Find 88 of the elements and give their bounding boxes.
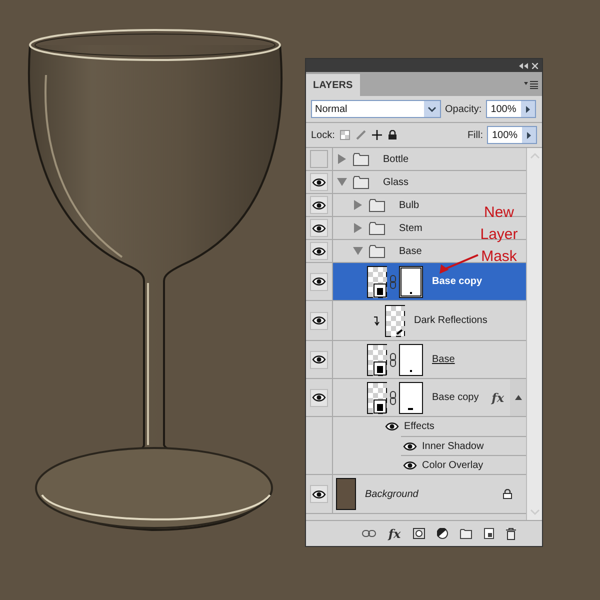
- link-icon[interactable]: [362, 530, 376, 537]
- layer-row[interactable]: Base copy fx: [306, 379, 526, 417]
- close-icon[interactable]: [532, 62, 538, 68]
- layer-name: Base: [399, 244, 422, 258]
- lock-label: Lock:: [311, 128, 335, 142]
- add-style-button[interactable]: fx: [388, 524, 401, 542]
- opacity-field[interactable]: 100%: [486, 100, 536, 118]
- background-thumbnail: [336, 478, 356, 510]
- effect-name: Color Overlay: [422, 458, 484, 472]
- effect-name: Effects: [404, 420, 434, 434]
- caret-right-icon: [526, 106, 530, 112]
- visibility-toggle[interactable]: [310, 173, 328, 191]
- eye-icon: [403, 460, 417, 470]
- effect-name: Inner Shadow: [422, 440, 484, 454]
- layer-name: Background: [365, 488, 418, 502]
- folder-icon: [369, 222, 385, 234]
- eye-icon: [403, 442, 417, 450]
- layer-name: Dark Reflections: [414, 314, 488, 328]
- eye-icon: [312, 316, 326, 325]
- half-circle-icon[interactable]: [436, 528, 448, 539]
- folder-icon: [353, 176, 369, 188]
- lock-icon[interactable]: [388, 130, 397, 140]
- triangle-up-icon: [514, 395, 522, 400]
- layer-name: Glass: [383, 176, 409, 190]
- new-layer-icon[interactable]: [484, 528, 494, 539]
- trash-icon[interactable]: [506, 528, 516, 540]
- visibility-toggle[interactable]: [310, 150, 328, 168]
- lock-transparency-icon[interactable]: [340, 130, 350, 140]
- blend-mode-dropdown[interactable]: Normal: [311, 100, 441, 118]
- visibility-toggle[interactable]: [310, 242, 328, 260]
- layers-tab[interactable]: LAYERS: [306, 74, 360, 96]
- layer-thumbnail: [367, 266, 387, 298]
- folder-icon: [353, 152, 369, 166]
- chain-icon: [390, 352, 396, 366]
- folder-icon: [369, 244, 385, 258]
- folder-icon: [369, 198, 385, 212]
- effect-visibility-toggle[interactable]: [385, 422, 399, 431]
- visibility-toggle[interactable]: [310, 219, 328, 237]
- fx-label: fx: [492, 390, 504, 406]
- visibility-toggle[interactable]: [310, 350, 328, 368]
- eye-icon: [312, 246, 326, 256]
- effect-visibility-toggle[interactable]: [403, 460, 417, 470]
- eye-icon: [312, 355, 326, 364]
- collapse-triangle-icon[interactable]: [337, 177, 347, 187]
- chain-icon: [390, 390, 396, 404]
- expand-triangle-icon[interactable]: [353, 223, 363, 233]
- fill-label: Fill:: [467, 128, 483, 142]
- layer-thumbnail: [385, 304, 405, 336]
- panel-menu-icon[interactable]: [524, 81, 538, 89]
- layer-thumbnail: [367, 344, 387, 376]
- background-layer-row[interactable]: Background: [306, 474, 526, 514]
- layer-name: Base copy: [432, 391, 479, 405]
- folder-icon[interactable]: [460, 528, 472, 538]
- mask-icon[interactable]: [412, 528, 425, 539]
- layer-row[interactable]: Dark Reflections: [306, 301, 526, 341]
- eye-icon: [312, 277, 326, 286]
- eye-icon: [312, 393, 326, 402]
- expand-triangle-icon[interactable]: [353, 200, 363, 210]
- layer-name: Base: [432, 353, 455, 367]
- layer-name: Bottle: [383, 152, 409, 166]
- collapse-triangle-icon[interactable]: [353, 246, 363, 256]
- move-icon[interactable]: [372, 130, 382, 140]
- visibility-toggle[interactable]: [310, 388, 328, 406]
- eye-icon: [312, 178, 326, 186]
- collapse-panel-icon[interactable]: [519, 62, 528, 68]
- visibility-toggle[interactable]: [310, 196, 328, 214]
- layer-thumbnail: [367, 382, 387, 414]
- layer-name: Bulb: [399, 198, 420, 212]
- visibility-toggle[interactable]: [310, 272, 328, 290]
- fill-field[interactable]: 100%: [487, 126, 537, 144]
- effect-visibility-toggle[interactable]: [403, 442, 417, 450]
- eye-icon: [312, 200, 326, 210]
- annotation-arrow: [437, 254, 479, 274]
- layer-name: Base copy: [432, 275, 482, 289]
- eye-icon: [312, 224, 326, 232]
- effects-toggle[interactable]: [510, 379, 526, 416]
- visibility-toggle[interactable]: [310, 485, 328, 503]
- caret-right-icon: [527, 132, 531, 138]
- layer-row[interactable]: Base copy: [306, 263, 526, 301]
- visibility-toggle[interactable]: [310, 312, 328, 330]
- layer-row[interactable]: Base: [306, 341, 526, 379]
- expand-triangle-icon[interactable]: [337, 154, 347, 164]
- opacity-label: Opacity:: [445, 102, 482, 116]
- eye-icon: [385, 422, 399, 431]
- layer-name: Stem: [399, 222, 422, 236]
- chain-icon: [390, 274, 396, 288]
- chevron-down-icon: [428, 106, 436, 112]
- eye-icon: [312, 490, 326, 498]
